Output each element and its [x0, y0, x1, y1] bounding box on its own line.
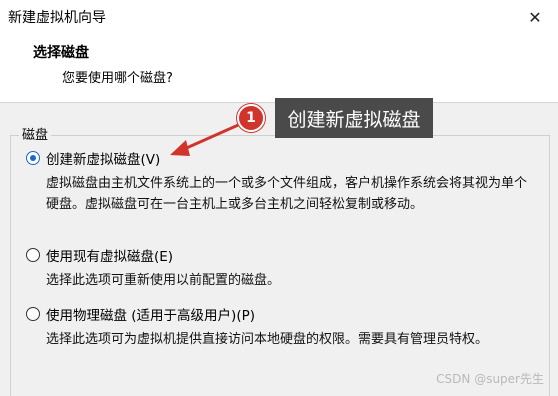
annotation-arrow	[170, 120, 246, 156]
annotation-callout: 创建新虚拟磁盘	[275, 98, 433, 138]
annotation-step-badge: 1	[237, 104, 265, 132]
watermark: CSDN @super先生	[436, 372, 544, 386]
